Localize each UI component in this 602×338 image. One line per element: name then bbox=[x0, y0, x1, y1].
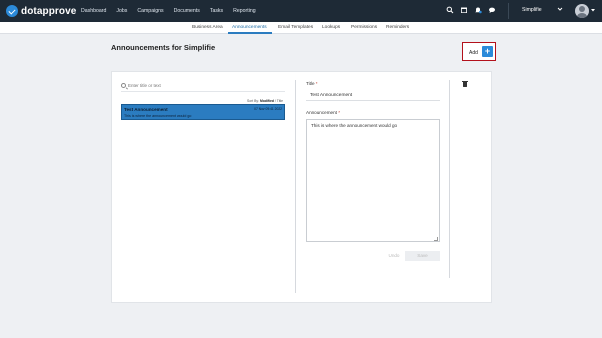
title-field[interactable] bbox=[306, 91, 440, 101]
search-input[interactable] bbox=[128, 82, 278, 89]
main-nav: Dashboard Jobs Campaigns Documents Tasks… bbox=[81, 0, 266, 22]
bell-icon[interactable] bbox=[474, 6, 482, 14]
add-announcement-control[interactable]: Add + bbox=[462, 42, 496, 61]
top-navbar: dotapprove Dashboard Jobs Campaigns Docu… bbox=[0, 0, 602, 22]
search-box[interactable] bbox=[121, 82, 278, 89]
nav-tasks[interactable]: Tasks bbox=[210, 8, 223, 14]
announcement-required-mark: * bbox=[338, 110, 340, 115]
logo[interactable]: dotapprove bbox=[6, 4, 76, 18]
chevron-down-icon[interactable] bbox=[557, 6, 563, 12]
search-underline bbox=[121, 91, 285, 92]
tab-email-templates[interactable]: Email Templates bbox=[278, 22, 313, 33]
nav-jobs[interactable]: Jobs bbox=[116, 8, 127, 14]
calendar-icon[interactable] bbox=[460, 6, 468, 14]
avatar[interactable] bbox=[575, 4, 589, 18]
nav-icons bbox=[446, 6, 502, 14]
trash-icon[interactable] bbox=[462, 80, 468, 87]
announcement-textarea[interactable]: This is where the announcement would go bbox=[306, 119, 440, 242]
actions-divider bbox=[449, 80, 450, 278]
title-label-text: Title bbox=[306, 81, 315, 86]
avatar-caret-icon[interactable] bbox=[591, 8, 595, 12]
page-title: Announcements for Simplifie bbox=[111, 43, 216, 52]
logo-mark-icon bbox=[6, 5, 18, 17]
tab-permissions[interactable]: Permissions bbox=[351, 22, 377, 33]
announcement-label: Announcement * bbox=[306, 110, 340, 115]
title-required-mark: * bbox=[315, 81, 318, 86]
sort-modified[interactable]: Modified bbox=[260, 99, 274, 103]
list-item-text: This is where the announcement would go bbox=[124, 113, 192, 118]
nav-separator bbox=[508, 3, 509, 19]
nav-reporting[interactable]: Reporting bbox=[233, 8, 256, 14]
plus-icon: + bbox=[484, 46, 491, 56]
settings-tabs: Business Area Announcements Email Templa… bbox=[0, 22, 602, 34]
sort-prefix: Sort By: bbox=[247, 99, 260, 103]
search-icon[interactable] bbox=[446, 6, 454, 14]
announcement-list-item[interactable]: Test Announcement 07 Nov 09:41 2022 This… bbox=[121, 104, 285, 120]
nav-dashboard[interactable]: Dashboard bbox=[81, 8, 106, 14]
undo-button[interactable]: Undo bbox=[384, 251, 404, 261]
search-icon bbox=[121, 83, 126, 88]
title-label: Title * bbox=[306, 81, 318, 86]
add-announcement-button[interactable]: + bbox=[482, 46, 493, 57]
save-button[interactable]: Save bbox=[405, 251, 440, 261]
logo-text: dotapprove bbox=[21, 5, 77, 17]
add-label[interactable]: Add bbox=[469, 50, 478, 56]
tab-lookups[interactable]: Lookups bbox=[322, 22, 340, 33]
sort-title[interactable]: Title bbox=[277, 99, 283, 103]
chat-icon[interactable] bbox=[488, 6, 496, 14]
column-divider bbox=[295, 80, 296, 293]
sort-control: Sort By: Modified / Title bbox=[247, 99, 283, 103]
list-item-title: Test Announcement bbox=[124, 107, 168, 112]
tab-business-area[interactable]: Business Area bbox=[192, 22, 223, 33]
nav-campaigns[interactable]: Campaigns bbox=[137, 8, 163, 14]
resize-handle[interactable] bbox=[434, 237, 438, 241]
org-switcher-label[interactable]: Simplifie bbox=[522, 7, 542, 13]
active-tab-indicator bbox=[228, 32, 272, 34]
tab-reminders[interactable]: Reminders bbox=[386, 22, 409, 33]
list-item-date: 07 Nov 09:41 2022 bbox=[254, 107, 282, 111]
sort-separator: / bbox=[274, 99, 276, 103]
nav-documents[interactable]: Documents bbox=[174, 8, 200, 14]
announcement-label-text: Announcement bbox=[306, 110, 337, 115]
